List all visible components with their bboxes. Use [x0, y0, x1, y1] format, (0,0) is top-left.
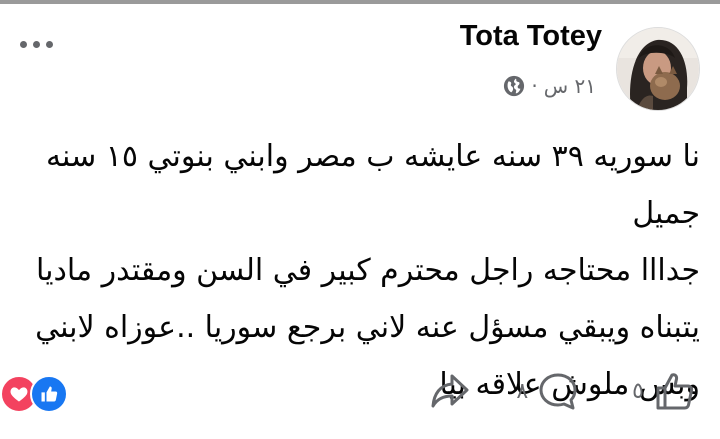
more-options-button[interactable]	[20, 34, 60, 54]
like-icon	[30, 375, 68, 413]
post-actions: ٨ ٥	[430, 370, 696, 412]
globe-icon	[504, 75, 525, 97]
comment-icon	[539, 373, 577, 410]
like-count: ٥	[632, 378, 644, 404]
comment-button[interactable]: ٨	[516, 371, 578, 411]
author-name[interactable]: Tota Totey	[460, 20, 602, 53]
more-dot-icon	[33, 40, 40, 48]
avatar-photo	[617, 28, 699, 110]
share-button[interactable]	[430, 372, 470, 410]
post-time[interactable]: ٢١ س	[544, 74, 596, 98]
post-meta: ٢١ س ·	[503, 74, 596, 98]
more-dot-icon	[46, 40, 53, 48]
share-icon	[431, 374, 469, 408]
reactions-summary[interactable]	[0, 375, 68, 413]
like-button[interactable]: ٥	[632, 370, 696, 412]
comment-count: ٨	[516, 378, 529, 404]
author-avatar[interactable]	[616, 27, 700, 111]
post-text-line: جدااا محتاجه راجل محترم كبير في السن ومق…	[36, 253, 700, 288]
more-dot-icon	[20, 40, 27, 48]
facebook-post: Tota Totey ٢١ س · نا سوريه ٣٩ سنه عايشه …	[0, 0, 720, 439]
post-text-line: يتبناه ويبقي مسؤل عنه لاني برجع سوريا ..…	[35, 310, 700, 345]
thumbs-up-icon	[656, 373, 694, 410]
meta-separator: ·	[531, 74, 538, 98]
post-text-line: نا سوريه ٣٩ سنه عايشه ب مصر وابني بنوتي …	[45, 139, 700, 231]
top-divider	[0, 0, 720, 4]
